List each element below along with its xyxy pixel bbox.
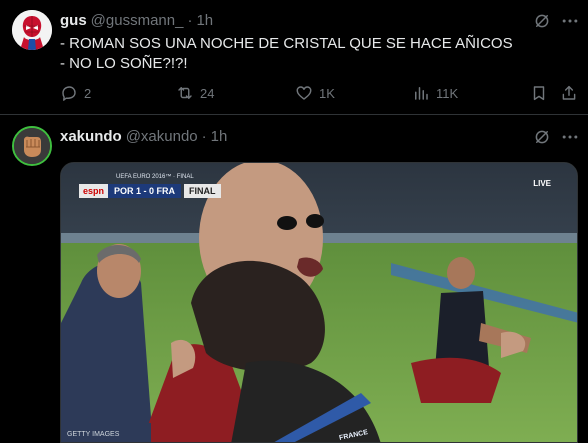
tweet-actions: 2 24 1K 11K: [60, 84, 580, 104]
view-count: 11K: [436, 85, 459, 101]
retweet-count: 24: [200, 85, 215, 101]
separator-dot: ·: [201, 128, 207, 145]
avatar[interactable]: [12, 126, 52, 166]
more-icon[interactable]: [560, 127, 580, 147]
avatar[interactable]: [12, 10, 52, 50]
share-icon: [562, 85, 576, 100]
tweet-line: - NO LO SOÑE?!?!: [60, 55, 188, 72]
tweet-line: - ROMAN SOS UNA NOCHE DE CRISTAL QUE SE …: [60, 35, 513, 52]
tweet-media-image[interactable]: UEFA EURO 2016™ · FINAL espn POR 1 - 0 F…: [60, 162, 578, 443]
spiderman-avatar-icon: [12, 10, 52, 50]
retweet-button[interactable]: 24: [176, 84, 214, 102]
retweet-icon: [178, 87, 192, 99]
tweet-header: xakundo @xakundo · 1h: [60, 128, 227, 145]
timestamp[interactable]: 1h: [196, 12, 213, 29]
football-celebration-photo: [61, 163, 577, 442]
grok-icon[interactable]: [533, 12, 551, 30]
reply-count: 2: [84, 85, 92, 101]
scoreline: POR 1 - 0 FRA: [108, 184, 182, 198]
match-status: FINAL: [184, 184, 221, 198]
heart-icon: [296, 86, 312, 100]
bookmark-icon: [533, 86, 545, 101]
views-button[interactable]: 11K: [412, 84, 458, 102]
bookmark-button[interactable]: [530, 84, 554, 102]
network-logo: espn: [79, 184, 109, 198]
more-icon[interactable]: [560, 11, 580, 31]
timestamp[interactable]: 1h: [211, 128, 228, 145]
display-name[interactable]: gus: [60, 12, 87, 29]
photo-watermark: GETTY IMAGES: [67, 431, 120, 438]
user-handle[interactable]: @gussmann_: [91, 12, 184, 29]
grok-icon[interactable]: [533, 128, 551, 146]
tweet-header: gus @gussmann_ · 1h: [60, 12, 213, 29]
reply-icon: [62, 86, 76, 101]
reply-button[interactable]: 2: [60, 84, 91, 102]
user-handle[interactable]: @xakundo: [126, 128, 198, 145]
share-button[interactable]: [560, 84, 584, 102]
like-count: 1K: [319, 85, 335, 101]
views-icon: [415, 87, 428, 100]
live-badge: LIVE: [533, 179, 551, 188]
scoreboard: espn POR 1 - 0 FRA FINAL: [79, 184, 221, 198]
like-button[interactable]: 1K: [295, 84, 335, 102]
tweet-gus[interactable]: gus @gussmann_ · 1h - ROMAN SOS UNA NOCH…: [0, 0, 588, 115]
fist-avatar-icon: [14, 128, 50, 164]
scoreboard-header: UEFA EURO 2016™ · FINAL: [116, 174, 194, 180]
tweet-text: - ROMAN SOS UNA NOCHE DE CRISTAL QUE SE …: [60, 34, 513, 74]
display-name[interactable]: xakundo: [60, 128, 122, 145]
separator-dot: ·: [187, 12, 193, 29]
